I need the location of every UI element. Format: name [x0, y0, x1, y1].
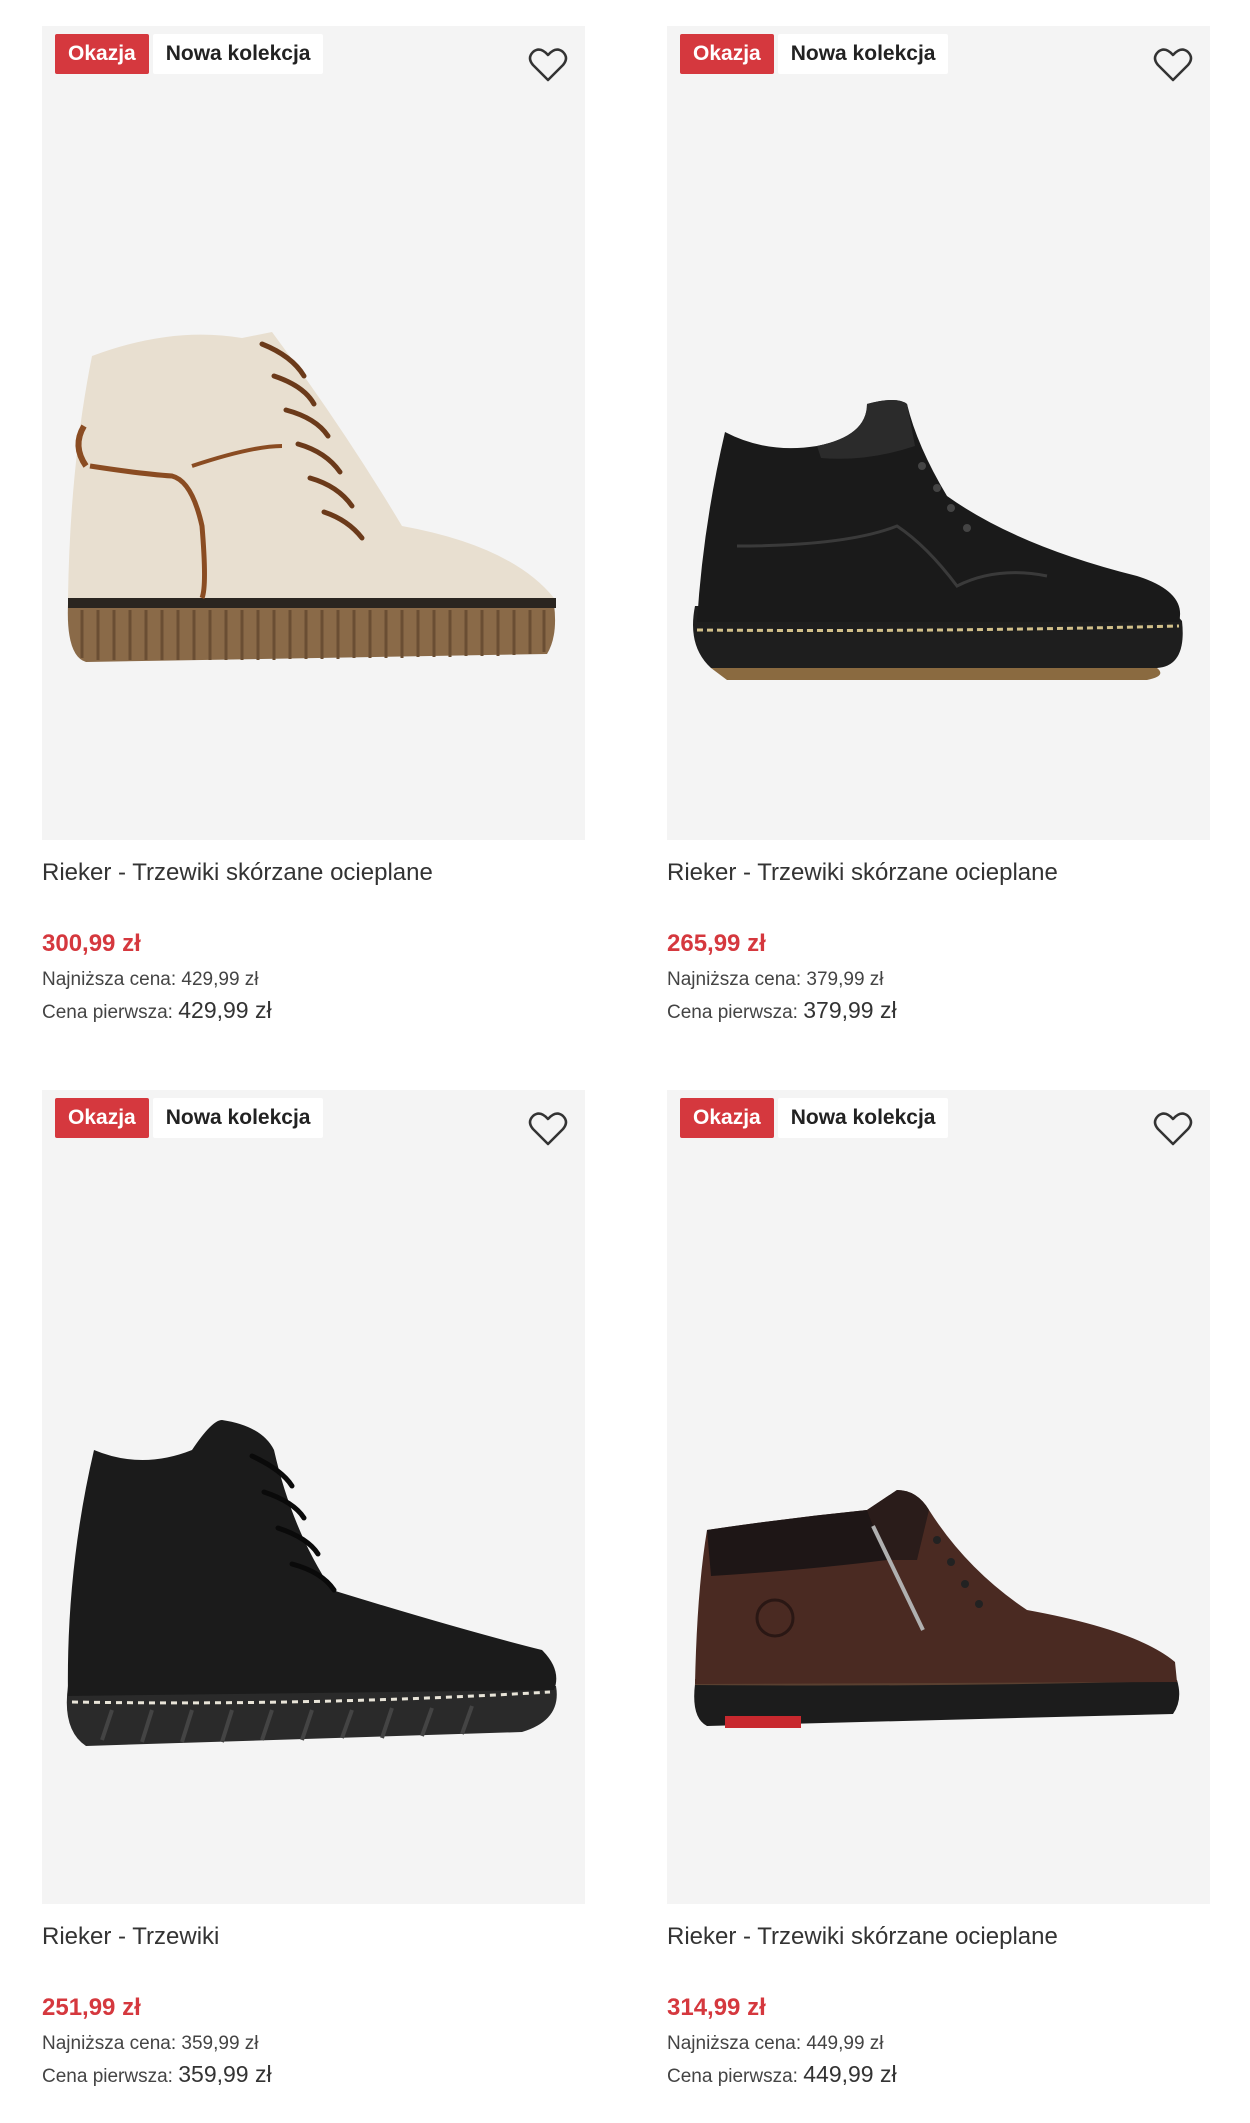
product-image[interactable]: Okazja Nowa kolekcja [42, 26, 585, 840]
first-price-label: Cena pierwsza: [667, 2066, 798, 2087]
product-image[interactable]: Okazja Nowa kolekcja [667, 1090, 1210, 1904]
first-price-row: Cena pierwsza: 359,99 zł [42, 2059, 585, 2089]
sale-badge: Okazja [55, 34, 149, 74]
product-title[interactable]: Rieker - Trzewiki skórzane ocieplane [42, 857, 585, 889]
wishlist-heart-icon[interactable] [527, 44, 569, 86]
lowest-price-value: 449,99 zł [806, 2033, 884, 2054]
cream-lace-up-boot-image [67, 332, 556, 662]
first-price-label: Cena pierwsza: [667, 1002, 798, 1023]
product-card[interactable]: Okazja Nowa kolekcja Rieker - Trzewiki s… [667, 1090, 1210, 2089]
badge-group: Okazja Nowa kolekcja [680, 34, 949, 74]
first-price-value: 449,99 zł [803, 2061, 897, 2087]
product-card[interactable]: Okazja Nowa kolekcja Rieker - Trzewiki s… [667, 26, 1210, 1025]
lowest-price-row: Najniższa cena: 379,99 zł [667, 965, 1210, 995]
product-title[interactable]: Rieker - Trzewiki skórzane ocieplane [667, 1921, 1210, 1953]
product-price: 251,99 zł [42, 1994, 141, 2021]
new-collection-badge: Nowa kolekcja [777, 1098, 949, 1138]
lowest-price-value: 359,99 zł [181, 2033, 259, 2054]
product-title[interactable]: Rieker - Trzewiki skórzane ocieplane [667, 857, 1210, 889]
first-price-row: Cena pierwsza: 429,99 zł [42, 995, 585, 1025]
badge-group: Okazja Nowa kolekcja [55, 34, 324, 74]
sale-badge: Okazja [55, 1098, 149, 1138]
sale-badge: Okazja [680, 1098, 774, 1138]
new-collection-badge: Nowa kolekcja [777, 34, 949, 74]
new-collection-badge: Nowa kolekcja [152, 1098, 324, 1138]
lowest-price-label: Najniższa cena: [667, 969, 802, 990]
lowest-price-value: 379,99 zł [806, 969, 884, 990]
first-price-row: Cena pierwsza: 449,99 zł [667, 2059, 1210, 2089]
wishlist-heart-icon[interactable] [527, 1108, 569, 1150]
first-price-label: Cena pierwsza: [42, 2066, 173, 2087]
product-price: 314,99 zł [667, 1994, 766, 2021]
badge-group: Okazja Nowa kolekcja [55, 1098, 324, 1138]
product-title[interactable]: Rieker - Trzewiki [42, 1921, 585, 1953]
first-price-value: 359,99 zł [178, 2061, 272, 2087]
first-price-row: Cena pierwsza: 379,99 zł [667, 995, 1210, 1025]
product-image[interactable]: Okazja Nowa kolekcja [667, 26, 1210, 840]
black-lace-up-sneaker-boot-image [66, 1420, 557, 1746]
lowest-price-row: Najniższa cena: 359,99 zł [42, 2029, 585, 2059]
lowest-price-row: Najniższa cena: 449,99 zł [667, 2029, 1210, 2059]
first-price-value: 429,99 zł [178, 997, 272, 1023]
new-collection-badge: Nowa kolekcja [152, 34, 324, 74]
brown-leather-zip-boot-image [694, 1490, 1180, 1728]
black-leather-ankle-shoe-image [693, 400, 1183, 680]
lowest-price-value: 429,99 zł [181, 969, 259, 990]
product-price: 300,99 zł [42, 930, 141, 957]
first-price-label: Cena pierwsza: [42, 1002, 173, 1023]
product-price: 265,99 zł [667, 930, 766, 957]
product-card[interactable]: Okazja Nowa kolekcja Rieker - Trzewiki s… [42, 26, 585, 1025]
wishlist-heart-icon[interactable] [1152, 1108, 1194, 1150]
sale-badge: Okazja [680, 34, 774, 74]
product-image[interactable]: Okazja Nowa kolekcja [42, 1090, 585, 1904]
product-card[interactable]: Okazja Nowa kolekcja Rieker - Trzewiki 2… [42, 1090, 585, 2089]
wishlist-heart-icon[interactable] [1152, 44, 1194, 86]
lowest-price-label: Najniższa cena: [667, 2033, 802, 2054]
lowest-price-label: Najniższa cena: [42, 2033, 177, 2054]
lowest-price-row: Najniższa cena: 429,99 zł [42, 965, 585, 995]
first-price-value: 379,99 zł [803, 997, 897, 1023]
lowest-price-label: Najniższa cena: [42, 969, 177, 990]
badge-group: Okazja Nowa kolekcja [680, 1098, 949, 1138]
